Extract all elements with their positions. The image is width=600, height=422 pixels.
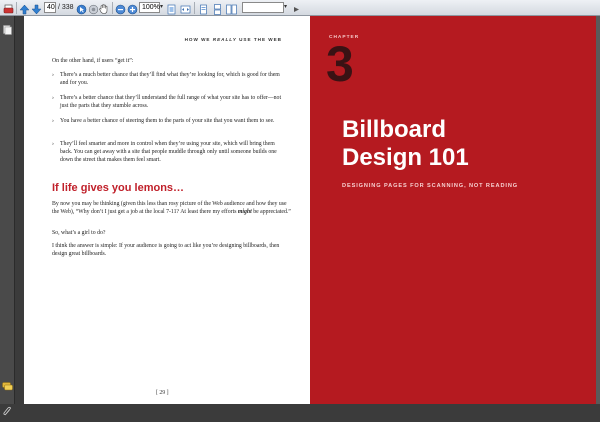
vertical-scrollbar[interactable] [596,16,600,404]
fit-page-icon[interactable] [166,2,177,15]
chapter-title-line: Billboard [342,116,447,143]
attachment-paperclip-icon[interactable] [2,404,13,422]
toolbar-separator [16,2,17,14]
page-number: [ 29 ] [156,390,169,396]
toolbar: 40 / 338 100% ▾ ▾ [0,0,600,16]
toolbar-separator [194,2,195,14]
zoom-level-field[interactable]: 100% [139,2,160,13]
running-header-emphasis: REALLY [212,37,237,42]
comments-panel-icon[interactable] [2,378,13,396]
page-number-field[interactable]: 40 [44,2,56,13]
paragraph: I think the answer is simple: If your au… [52,243,280,257]
print-icon[interactable] [3,2,14,14]
pages-panel-icon[interactable] [3,22,12,40]
search-input[interactable] [242,2,284,13]
intro-text: On the other hand, if users “get it”: [52,58,134,64]
running-header-pre: HOW WE [184,37,211,42]
bullet-arrow-icon: › [52,95,54,101]
bullet-arrow-icon: › [52,141,54,147]
select-tool-icon[interactable] [76,2,87,15]
section-heading: If life gives you lemons… [52,182,185,194]
next-page-icon[interactable] [31,2,42,15]
running-header-post: USE THE WEB [239,37,282,42]
bullet-arrow-icon: › [52,118,54,124]
paragraph-emphasis: might [237,209,252,215]
chapter-title-line: Design 101 [342,144,469,171]
navigation-pane [0,16,15,416]
list-item-text: There’s a better chance that they’ll und… [60,95,282,109]
fit-width-icon[interactable] [180,2,191,14]
running-header: HOW WE REALLY USE THE WEB [185,37,282,42]
list-item-text: There’s a much better chance that they’l… [60,72,280,86]
paragraph: By now you may be thinking (given this l… [52,200,292,216]
chapter-title: Billboard Design 101 [342,116,469,172]
chapter-number: 3 [326,36,354,92]
single-page-view-icon[interactable] [198,2,209,15]
list-item-text: They’ll feel smarter and more in control… [60,141,277,163]
bullet-arrow-icon: › [52,72,54,78]
paragraph-text: By now you may be thinking (given this l… [52,201,287,215]
toolbar-separator [112,2,113,14]
paragraph: So, what’s a girl to do? [52,230,106,236]
list-item-text: You have a better chance of steering the… [60,118,275,124]
search-options-chevron-down-icon[interactable]: ▾ [284,2,291,13]
left-page: HOW WE REALLY USE THE WEB On the other h… [24,16,310,404]
two-page-view-icon[interactable] [226,2,237,15]
page-total-label: / 338 [58,4,74,11]
continuous-view-icon[interactable] [212,2,223,15]
zoom-out-icon[interactable] [115,2,126,15]
paragraph-text: be appreciated.” [253,209,291,215]
chapter-subtitle: DESIGNING PAGES FOR SCANNING, NOT READIN… [342,183,519,189]
zoom-in-icon[interactable] [127,2,138,15]
right-page: CHAPTER 3 Billboard Design 101 DESIGNING… [310,16,596,404]
previous-page-icon[interactable] [19,2,30,15]
hand-tool-icon[interactable] [98,2,109,14]
search-arrow-icon[interactable] [291,2,302,13]
